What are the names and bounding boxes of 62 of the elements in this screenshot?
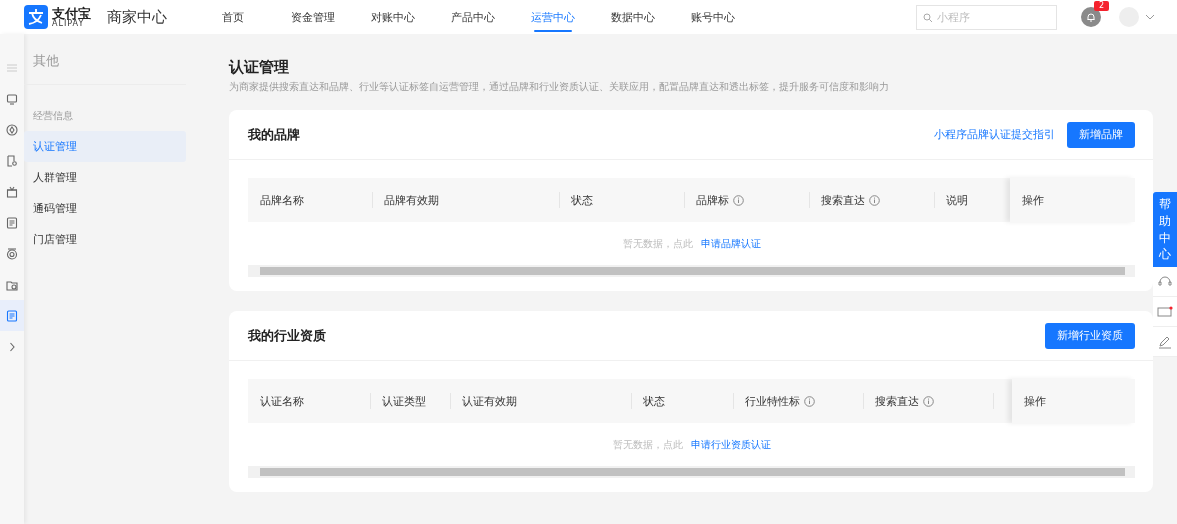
nav-tab[interactable]: 账号中心 bbox=[673, 0, 753, 34]
group-label: 经营信息 bbox=[33, 110, 73, 121]
nav-tab[interactable]: 首页 bbox=[193, 0, 273, 34]
horizontal-scrollbar[interactable] bbox=[248, 466, 1135, 478]
brand-name: 支付宝 bbox=[52, 6, 91, 20]
column-header: 搜索直达 bbox=[821, 192, 865, 208]
info-icon bbox=[869, 194, 880, 206]
column-header: 品牌名称 bbox=[260, 192, 304, 208]
apply-link[interactable]: 申请行业资质认证 bbox=[690, 437, 771, 452]
horizontal-scrollbar[interactable] bbox=[248, 265, 1135, 277]
apply-link[interactable]: 申请品牌认证 bbox=[700, 236, 761, 251]
compass-icon bbox=[6, 123, 18, 136]
sidebar-item[interactable]: 人群管理 bbox=[24, 162, 186, 193]
nav-tab[interactable]: 资金管理 bbox=[273, 0, 353, 34]
headset-icon[interactable] bbox=[1158, 275, 1172, 288]
info-icon bbox=[923, 395, 934, 407]
column-header: 状态 bbox=[571, 192, 593, 208]
sidebar-item[interactable]: 门店管理 bbox=[24, 224, 186, 255]
pencil-icon[interactable] bbox=[1158, 334, 1172, 349]
add-button[interactable]: 新增行业资质 bbox=[1045, 322, 1135, 349]
new-tag-icon[interactable] bbox=[1157, 305, 1173, 318]
list-icon bbox=[6, 309, 18, 322]
column-header: 搜索直达 bbox=[875, 393, 919, 409]
add-button[interactable]: 新增品牌 bbox=[1067, 121, 1135, 148]
product-name: 商家中心 bbox=[107, 7, 167, 27]
nav-tab[interactable]: 对账中心 bbox=[353, 0, 433, 34]
list-icon bbox=[6, 216, 18, 229]
page-title: 认证管理 bbox=[229, 58, 290, 77]
logo-icon bbox=[24, 5, 48, 29]
info-icon bbox=[733, 194, 744, 206]
nav-tab[interactable]: 产品中心 bbox=[433, 0, 513, 34]
notification-count: 2 bbox=[1094, 1, 1110, 11]
section-title: 我的行业资质 bbox=[248, 326, 326, 345]
column-header: 认证类型 bbox=[382, 393, 426, 409]
chevron-down-icon[interactable] bbox=[1145, 14, 1155, 20]
search-icon bbox=[923, 12, 933, 23]
bell-icon bbox=[1086, 12, 1096, 22]
column-header: 行业特性标 bbox=[745, 393, 800, 409]
column-header: 状态 bbox=[643, 393, 665, 409]
column-header: 品牌有效期 bbox=[384, 192, 439, 208]
monitor-icon bbox=[6, 92, 18, 105]
column-header: 认证有效期 bbox=[462, 393, 517, 409]
nav-tab[interactable]: 运营中心 bbox=[513, 0, 593, 34]
column-header: 认证名称 bbox=[260, 393, 304, 409]
folder-icon bbox=[6, 278, 18, 291]
brand-subtitle: ALIPAY bbox=[52, 19, 85, 28]
sidebar-item[interactable]: 通码管理 bbox=[24, 193, 186, 224]
column-header: 操作 bbox=[1024, 393, 1046, 409]
sidebar-title: 其他 bbox=[33, 53, 59, 68]
section-title: 我的品牌 bbox=[248, 125, 300, 144]
notification-button[interactable] bbox=[1081, 7, 1101, 27]
column-header: 品牌标 bbox=[696, 192, 729, 208]
search-field[interactable]: 小程序 bbox=[916, 4, 1057, 30]
guide-link[interactable]: 小程序品牌认证提交指引 bbox=[934, 127, 1055, 142]
target-icon bbox=[6, 247, 18, 260]
info-icon bbox=[804, 395, 815, 407]
page-description: 为商家提供搜索直达和品牌、行业等认证标签自运营管理，通过品牌和行业资质认证、关联应用，配置品牌直达和透出标签，提升服务可信度和影响力 bbox=[229, 80, 890, 94]
column-header: 操作 bbox=[1022, 192, 1044, 208]
help-center-button[interactable]: 帮助中心 bbox=[1153, 192, 1177, 268]
sidebar-item[interactable]: 认证管理 bbox=[24, 131, 186, 162]
nav-tab[interactable]: 数据中心 bbox=[593, 0, 673, 34]
column-header: 说明 bbox=[946, 192, 968, 208]
